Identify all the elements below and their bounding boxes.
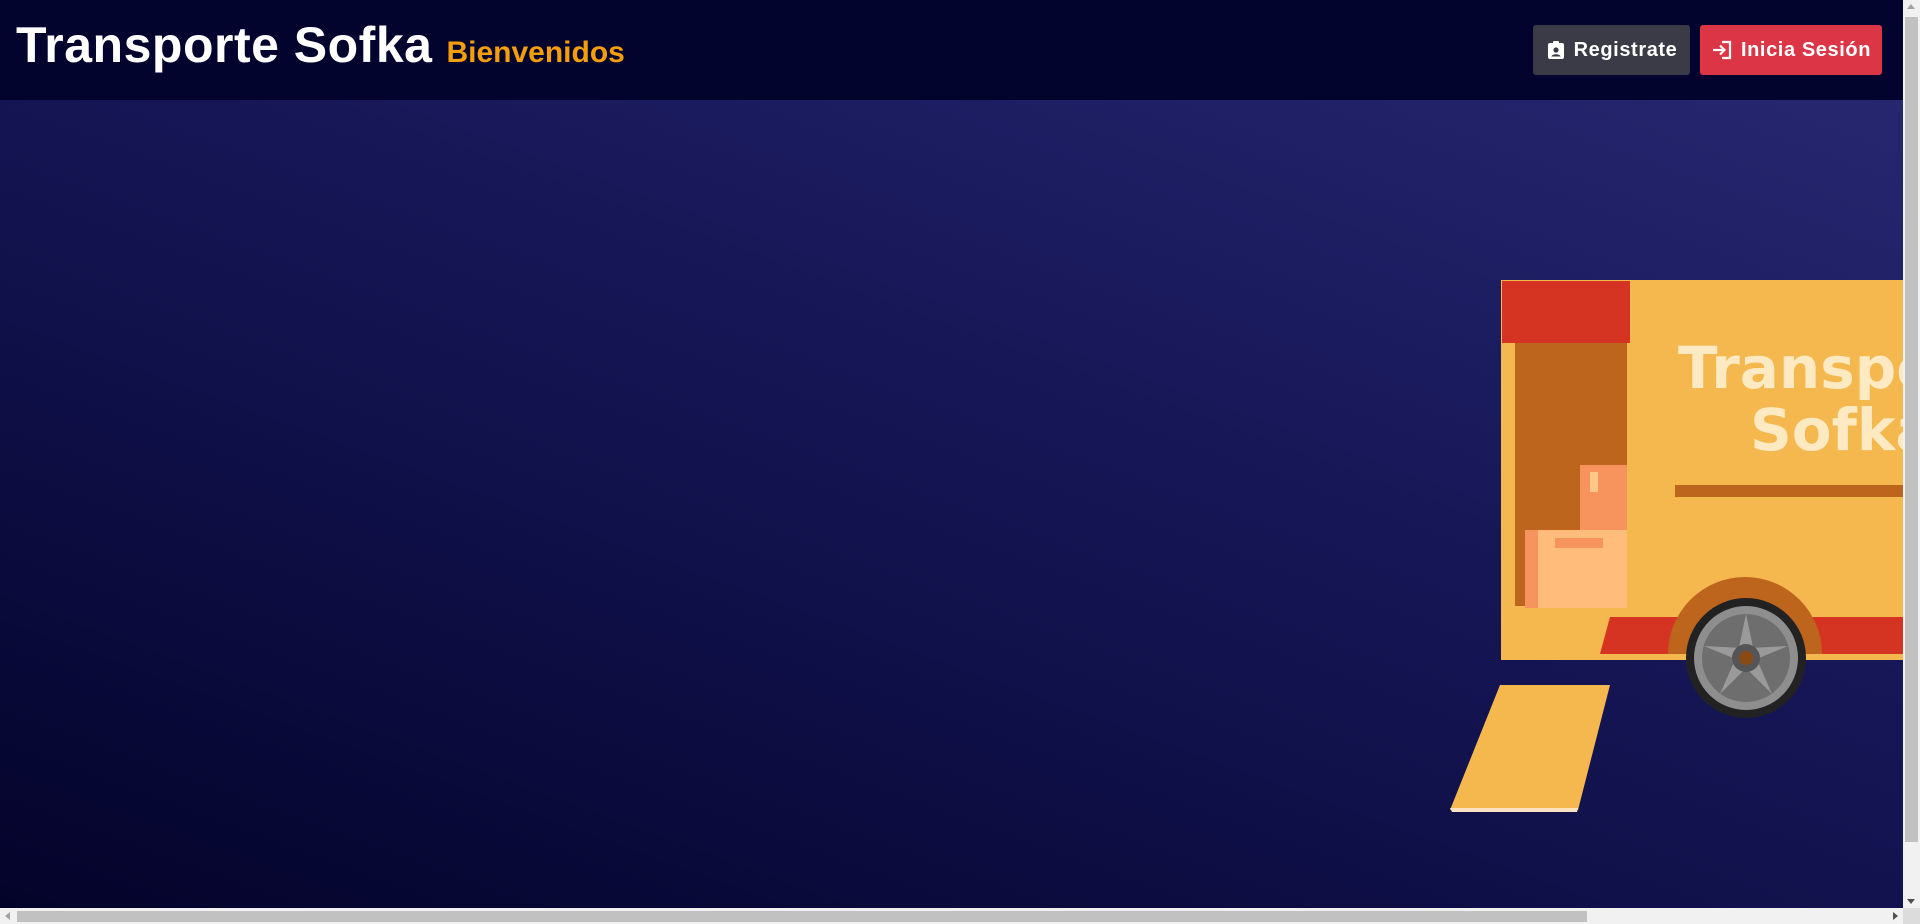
vertical-scrollbar[interactable] (1903, 0, 1920, 908)
scrollbar-corner (1903, 908, 1920, 924)
horizontal-scrollbar[interactable] (0, 908, 1903, 924)
scroll-up-arrow-icon[interactable] (1907, 4, 1915, 9)
id-badge-icon (1547, 41, 1564, 59)
register-button[interactable]: Registrate (1533, 25, 1690, 75)
hero-section: Transpo Sofka (0, 100, 1903, 908)
site-title[interactable]: Transporte Sofka (16, 16, 432, 74)
horizontal-scroll-thumb[interactable] (17, 911, 1587, 922)
vertical-scroll-thumb[interactable] (1905, 17, 1918, 842)
register-label: Registrate (1573, 38, 1678, 61)
delivery-truck-illustration: Transpo Sofka (1450, 280, 1903, 812)
truck-wheel (1686, 598, 1806, 718)
brand: Transporte Sofka Bienvenidos (16, 16, 625, 74)
scroll-left-arrow-icon[interactable] (5, 912, 10, 920)
welcome-subtitle: Bienvenidos (446, 36, 625, 69)
login-button[interactable]: Inicia Sesión (1700, 25, 1882, 75)
top-navbar: Transporte Sofka Bienvenidos Registrate … (0, 0, 1903, 100)
login-icon (1712, 40, 1732, 60)
truck-lettering-line2: Sofka (1750, 396, 1903, 464)
scroll-right-arrow-icon[interactable] (1893, 912, 1898, 920)
scroll-down-arrow-icon[interactable] (1907, 899, 1915, 904)
truck-lettering-line1: Transpo (1678, 334, 1903, 402)
login-label: Inicia Sesión (1740, 38, 1872, 61)
